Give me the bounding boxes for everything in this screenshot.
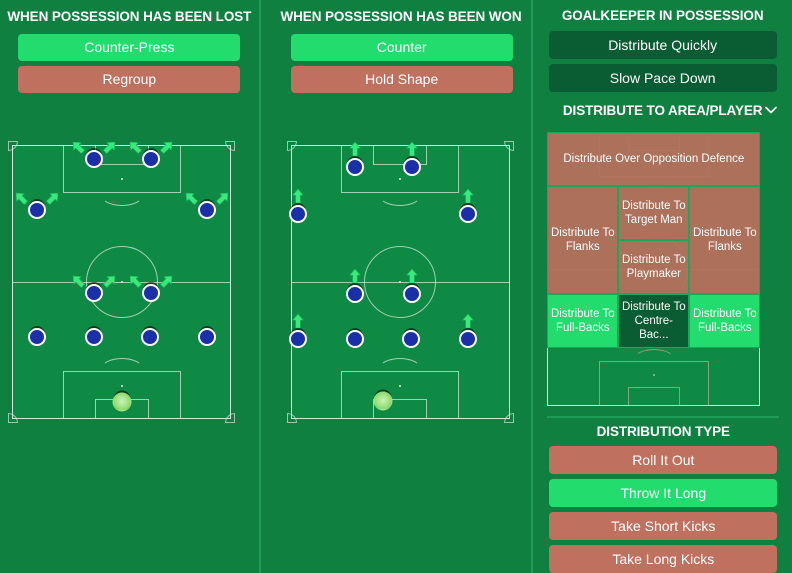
option-hold-shape[interactable]: Hold Shape [290,66,513,93]
penalty-arc-bottom [99,358,144,382]
cell-distribute-to-target-man[interactable]: Distribute To Target Man [618,186,690,240]
player-centre-back-right[interactable] [141,328,159,346]
option-roll-it-out[interactable]: Roll It Out [549,446,778,474]
tactics-screen: WHEN POSSESSION HAS BEEN LOST Counter-Pr… [0,0,792,573]
chevron-down-icon[interactable] [764,103,778,117]
penalty-spot-top [399,178,402,180]
corner-arc [8,413,18,423]
cell-distribute-to-playmaker[interactable]: Distribute To Playmaker [618,240,690,294]
cell-distribute-over-opposition-defence[interactable]: Distribute Over Opposition Defence [547,132,761,186]
movement-arrow-up [460,188,476,204]
penalty-arc-top [99,182,144,206]
distribute-area-header[interactable]: DISTRIBUTE TO AREA/PLAYER [533,98,792,122]
corner-arc [225,141,235,151]
player-winger-left[interactable] [28,201,46,219]
player-midfield-left[interactable] [345,285,364,303]
player-centre-back-right[interactable] [401,330,420,348]
player-striker-right[interactable] [402,158,421,176]
cell-spacer-centre [618,348,689,406]
penalty-spot-top [120,178,123,180]
corner-arc [286,413,297,423]
possession-won-title: WHEN POSSESSION HAS BEEN WON [280,9,522,24]
player-centre-back-left[interactable] [85,328,103,346]
movement-arrow-up [404,268,420,284]
player-goalkeeper[interactable] [373,391,393,411]
penalty-arc-bottom [378,358,423,382]
option-regroup[interactable]: Regroup [18,66,241,93]
player-striker-left[interactable] [85,150,103,168]
option-take-long-kicks[interactable]: Take Long Kicks [549,545,778,573]
corner-arc [8,141,18,151]
pitch-possession-lost [8,141,235,423]
movement-arrow-up [290,188,306,204]
movement-arrow-up [460,313,476,329]
centre-spot [399,281,402,283]
goalkeeper-title: GOALKEEPER IN POSSESSION [561,8,764,23]
panel-goalkeeper: GOALKEEPER IN POSSESSION Distribute Quic… [533,0,792,573]
player-centre-back-left[interactable] [345,330,364,348]
distribution-type-title: DISTRIBUTION TYPE [596,424,730,439]
panel-possession-won: WHEN POSSESSION HAS BEEN WON Counter Hol… [261,0,532,573]
option-counter[interactable]: Counter [290,34,513,61]
penalty-spot-bottom [399,385,402,387]
corner-arc [225,413,235,423]
movement-arrow-up [347,268,363,284]
player-striker-right[interactable] [142,150,160,168]
distribution-type-section: DISTRIBUTION TYPE Roll It Out Throw It L… [533,412,792,573]
corner-arc [503,141,514,151]
player-right-back[interactable] [458,330,477,348]
option-throw-it-long[interactable]: Throw It Long [549,479,778,507]
player-goalkeeper[interactable] [112,392,132,412]
movement-arrow-up [347,141,363,157]
option-take-short-kicks[interactable]: Take Short Kicks [549,512,778,540]
penalty-arc-top [378,182,423,206]
cell-distribute-to-flanks-right[interactable]: Distribute To Flanks [689,186,761,294]
possession-lost-title: WHEN POSSESSION HAS BEEN LOST [7,9,252,24]
option-counter-press[interactable]: Counter-Press [18,34,241,61]
option-distribute-quickly[interactable]: Distribute Quickly [548,31,777,59]
player-winger-right[interactable] [458,205,477,223]
distribute-area-grid: Distribute Over Opposition Defence Distr… [547,132,761,406]
corner-arc [286,141,297,151]
penalty-spot-bottom [120,385,123,387]
option-slow-pace-down[interactable]: Slow Pace Down [548,64,777,92]
movement-arrow-up [404,141,420,157]
player-midfield-right[interactable] [142,284,160,302]
movement-arrow-up [290,313,306,329]
player-left-back[interactable] [288,330,307,348]
cell-distribute-to-full-backs-right[interactable]: Distribute To Full-Backs [689,294,761,348]
player-midfield-right[interactable] [402,285,421,303]
cell-spacer-right [689,348,760,406]
cell-spacer-left [547,348,618,406]
panel-possession-lost: WHEN POSSESSION HAS BEEN LOST Counter-Pr… [0,0,259,573]
player-striker-left[interactable] [345,158,364,176]
corner-arc [503,413,514,423]
player-winger-right[interactable] [198,201,216,219]
player-left-back[interactable] [28,328,46,346]
player-midfield-left[interactable] [85,284,103,302]
pitch-possession-won [286,141,514,423]
player-right-back[interactable] [198,328,216,346]
cell-distribute-to-flanks-left[interactable]: Distribute To Flanks [547,186,619,294]
cell-distribute-to-centre-backs[interactable]: Distribute To Centre-Bac... [618,294,690,348]
cell-distribute-to-full-backs-left[interactable]: Distribute To Full-Backs [547,294,619,348]
distribute-area-title: DISTRIBUTE TO AREA/PLAYER [562,102,763,118]
player-winger-left[interactable] [288,205,307,223]
